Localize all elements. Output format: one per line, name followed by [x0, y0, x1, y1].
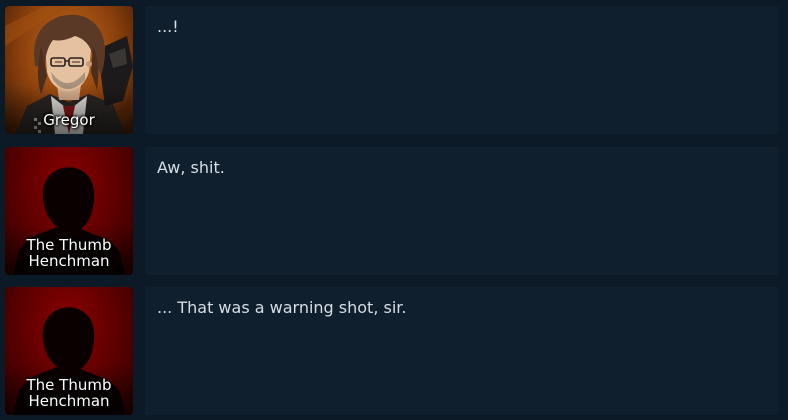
speaker-name-line: Gregor	[43, 111, 95, 129]
dialogue-bubble: ...!	[145, 6, 779, 134]
speaker-name-line: Henchman	[28, 392, 110, 410]
speaker-name: The Thumb Henchman	[5, 377, 133, 409]
speaker-name-line: The Thumb	[26, 376, 112, 394]
dialogue-log: Gregor ...! The Thumb Henchman Aw, shit.	[0, 0, 788, 420]
dialogue-text: Aw, shit.	[157, 158, 225, 177]
dialogue-entry: The Thumb Henchman ... That was a warnin…	[0, 285, 788, 419]
dialogue-entry: The Thumb Henchman Aw, shit.	[0, 145, 788, 279]
speaker-name-line: Henchman	[28, 252, 110, 270]
dialogue-bubble: ... That was a warning shot, sir.	[145, 287, 779, 415]
dialogue-text: ... That was a warning shot, sir.	[157, 298, 407, 317]
speaker-name-line: The Thumb	[26, 236, 112, 254]
speaker-portrait-henchman: The Thumb Henchman	[5, 147, 133, 275]
speaker-portrait-henchman: The Thumb Henchman	[5, 287, 133, 415]
speaker-portrait-gregor: Gregor	[5, 6, 133, 134]
dialogue-bubble: Aw, shit.	[145, 147, 779, 275]
speaker-name: The Thumb Henchman	[5, 237, 133, 269]
dialogue-entry: Gregor ...!	[0, 4, 788, 138]
speaker-name: Gregor	[5, 112, 133, 128]
dialogue-text: ...!	[157, 17, 179, 36]
